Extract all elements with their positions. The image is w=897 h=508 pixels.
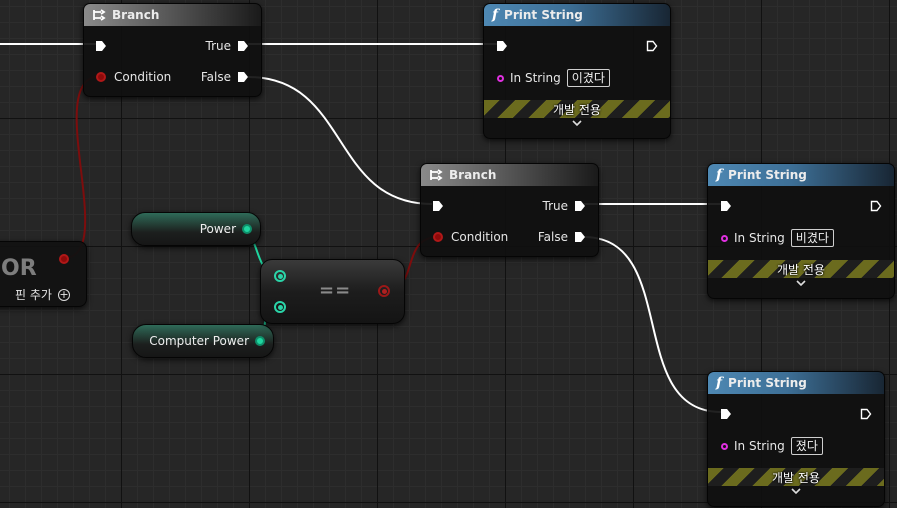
or-add-pin-row[interactable]: 핀 추가 +	[15, 286, 70, 303]
branch-icon	[429, 168, 443, 182]
expand-chevron-icon[interactable]	[708, 279, 894, 290]
print-string-node-3-header[interactable]: f Print String	[708, 372, 884, 394]
branch-node-1-true-row[interactable]: True	[206, 38, 250, 54]
exec-wire-branch1-false	[247, 76, 433, 205]
print-string-node-1-in-string-input[interactable]: 이겼다	[566, 69, 610, 87]
string-pin-icon[interactable]	[497, 74, 504, 82]
branch-node-1-true-label: True	[205, 39, 232, 53]
print-string-node-3-title: Print String	[728, 376, 807, 390]
branch-node-2[interactable]: Branch True Condition False	[420, 163, 599, 257]
expand-chevron-icon[interactable]	[708, 487, 884, 498]
exec-in-pin-icon[interactable]	[720, 408, 732, 420]
print-string-node-1-title: Print String	[504, 8, 583, 22]
function-icon: f	[716, 167, 723, 183]
print-string-node-2-exec-out[interactable]	[870, 198, 882, 214]
branch-node-1[interactable]: Branch True Condition False	[83, 3, 262, 97]
string-pin-icon[interactable]	[721, 442, 728, 450]
development-only-bar: 개발 전용	[708, 260, 894, 278]
branch-node-2-false-label: False	[537, 230, 568, 244]
print-string-node-1-exec-out[interactable]	[646, 38, 658, 54]
print-string-node-2-exec-in[interactable]	[720, 198, 732, 214]
exec-out-pin-icon[interactable]	[237, 71, 249, 83]
exec-in-pin-icon[interactable]	[720, 200, 732, 212]
exec-out-pin-icon[interactable]	[860, 408, 872, 420]
function-icon: f	[492, 7, 499, 23]
development-only-label: 개발 전용	[772, 470, 820, 485]
bool-wire-or-to-branch1	[63, 75, 102, 259]
exec-wire-branch2-false	[583, 236, 722, 413]
print-string-node-2[interactable]: f Print String In String 비겼다 개발 전용	[707, 163, 895, 299]
exec-in-pin-icon[interactable]	[95, 40, 107, 52]
equal-operator-label: ==	[319, 280, 352, 301]
print-string-node-1-in-string-label: In String	[510, 71, 561, 85]
branch-node-2-condition-row[interactable]: Condition	[433, 229, 508, 245]
branch-node-2-title: Branch	[449, 168, 497, 182]
print-string-node-1-header[interactable]: f Print String	[484, 4, 670, 26]
power-variable-label: Power	[199, 222, 236, 236]
branch-node-2-exec-in[interactable]	[432, 198, 444, 214]
exec-out-pin-icon[interactable]	[237, 40, 249, 52]
development-only-label: 개발 전용	[553, 102, 601, 117]
branch-node-1-false-label: False	[200, 70, 231, 84]
power-variable-node[interactable]: Power	[131, 212, 261, 246]
print-string-node-3-in-string-input[interactable]: 졌다	[790, 437, 823, 455]
print-string-node-1-exec-in[interactable]	[496, 38, 508, 54]
branch-node-2-true-label: True	[542, 199, 569, 213]
function-icon: f	[716, 375, 723, 391]
print-string-node-2-title: Print String	[728, 168, 807, 182]
branch-icon	[92, 8, 106, 22]
computer-power-variable-label: Computer Power	[149, 334, 249, 348]
int-input-pin-a[interactable]	[274, 270, 286, 282]
development-only-bar: 개발 전용	[484, 100, 670, 118]
int-output-pin[interactable]	[255, 336, 265, 346]
string-pin-icon[interactable]	[721, 234, 728, 242]
bool-output-pin[interactable]	[378, 285, 390, 297]
branch-node-1-condition-label: Condition	[114, 70, 172, 84]
or-node-title: OR	[1, 256, 37, 281]
print-string-node-1-in-string-row[interactable]: In String 이겼다	[497, 69, 610, 87]
branch-node-2-condition-label: Condition	[451, 230, 509, 244]
development-only-bar: 개발 전용	[708, 468, 884, 486]
computer-power-variable-node[interactable]: Computer Power	[132, 324, 274, 358]
int-output-pin[interactable]	[242, 224, 252, 234]
branch-node-2-false-row[interactable]: False	[538, 229, 586, 245]
print-string-node-3-in-string-label: In String	[734, 439, 785, 453]
expand-chevron-icon[interactable]	[484, 119, 670, 130]
branch-node-1-header[interactable]: Branch	[84, 4, 261, 26]
print-string-node-2-in-string-label: In String	[734, 231, 785, 245]
print-string-node-2-in-string-row[interactable]: In String 비겼다	[721, 229, 834, 247]
print-string-node-3-in-string-row[interactable]: In String 졌다	[721, 437, 823, 455]
branch-node-1-title: Branch	[112, 8, 160, 22]
print-string-node-3[interactable]: f Print String In String 졌다 개발 전용	[707, 371, 885, 507]
exec-out-pin-icon[interactable]	[574, 200, 586, 212]
print-string-node-3-exec-out[interactable]	[860, 406, 872, 422]
branch-node-2-true-row[interactable]: True	[543, 198, 587, 214]
or-node[interactable]: OR 핀 추가 +	[0, 241, 87, 307]
exec-out-pin-icon[interactable]	[646, 40, 658, 52]
or-output-pin[interactable]	[59, 254, 69, 264]
exec-in-pin-icon[interactable]	[432, 200, 444, 212]
print-string-node-2-header[interactable]: f Print String	[708, 164, 894, 186]
print-string-node-3-exec-in[interactable]	[720, 406, 732, 422]
development-only-label: 개발 전용	[777, 262, 825, 277]
branch-node-2-header[interactable]: Branch	[421, 164, 598, 186]
condition-pin-icon[interactable]	[433, 232, 443, 242]
equal-node[interactable]: ==	[260, 259, 405, 324]
branch-node-1-false-row[interactable]: False	[201, 69, 249, 85]
condition-pin-icon[interactable]	[96, 72, 106, 82]
print-string-node-1[interactable]: f Print String In String 이겼다 개발 전용	[483, 3, 671, 139]
int-input-pin-b[interactable]	[274, 301, 286, 313]
exec-in-pin-icon[interactable]	[496, 40, 508, 52]
branch-node-1-exec-in[interactable]	[95, 38, 107, 54]
branch-node-1-condition-row[interactable]: Condition	[96, 69, 171, 85]
or-add-pin-label: 핀 추가	[15, 288, 52, 302]
exec-out-pin-icon[interactable]	[870, 200, 882, 212]
exec-out-pin-icon[interactable]	[574, 231, 586, 243]
plus-circle-icon[interactable]: +	[57, 288, 70, 301]
print-string-node-2-in-string-input[interactable]: 비겼다	[790, 229, 834, 247]
